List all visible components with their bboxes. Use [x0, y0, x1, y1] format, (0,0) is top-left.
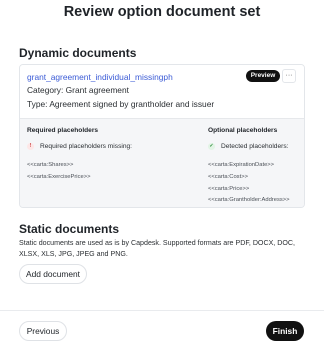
- modal-title: Review option document set: [63, 4, 261, 20]
- required-placeholders-header: Required placeholders: [27, 127, 99, 134]
- optional-status-text: Detected placeholders:: [221, 143, 289, 150]
- warning-icon: !: [27, 143, 34, 150]
- dynamic-document-card: grant_agreement_individual_missingph Pre…: [19, 64, 305, 208]
- optional-placeholders-header: Optional placeholders: [208, 127, 278, 134]
- document-category: Category: Grant agreement: [27, 85, 129, 95]
- document-summary: grant_agreement_individual_missingph Pre…: [20, 65, 304, 119]
- dynamic-documents-title: Dynamic documents: [19, 46, 137, 60]
- required-placeholders-list: <<carta:Shares>> <<carta:ExercisePrice>>: [27, 160, 90, 184]
- required-status-text: Required placeholders missing:: [40, 143, 132, 150]
- document-name-link[interactable]: grant_agreement_individual_missingph: [27, 72, 173, 82]
- document-type: Type: Agreement signed by grantholder an…: [27, 99, 215, 109]
- list-item: <<carta:ExpirationDate>>: [208, 162, 275, 168]
- previous-button[interactable]: Previous: [19, 321, 67, 341]
- optional-placeholders-list: <<carta:ExpirationDate>> <<carta:Cost>> …: [208, 160, 290, 207]
- list-item: <<carta:Price>>: [208, 185, 250, 192]
- footer-divider: [0, 310, 324, 311]
- more-options-button[interactable]: ···: [282, 69, 296, 83]
- list-item: <<carta:Cost>>: [208, 173, 248, 180]
- static-documents-description: Static documents are used as is by Capde…: [19, 239, 295, 258]
- placeholders-panel: Required placeholders ! Required placeho…: [20, 119, 304, 207]
- list-item: <<carta:ExercisePrice>>: [27, 173, 91, 180]
- preview-button[interactable]: Preview: [246, 70, 280, 82]
- optional-placeholders-status: ✓ Detected placeholders:: [208, 143, 288, 150]
- list-item: <<carta:Grantholder:Address>>: [208, 197, 290, 204]
- list-item: <<carta:Shares>>: [27, 162, 74, 168]
- required-placeholders-status: ! Required placeholders missing:: [27, 143, 132, 150]
- finish-button[interactable]: Finish: [266, 321, 304, 341]
- check-icon: ✓: [208, 143, 215, 150]
- add-document-button[interactable]: Add document: [19, 264, 87, 284]
- static-documents-title: Static documents: [19, 222, 120, 236]
